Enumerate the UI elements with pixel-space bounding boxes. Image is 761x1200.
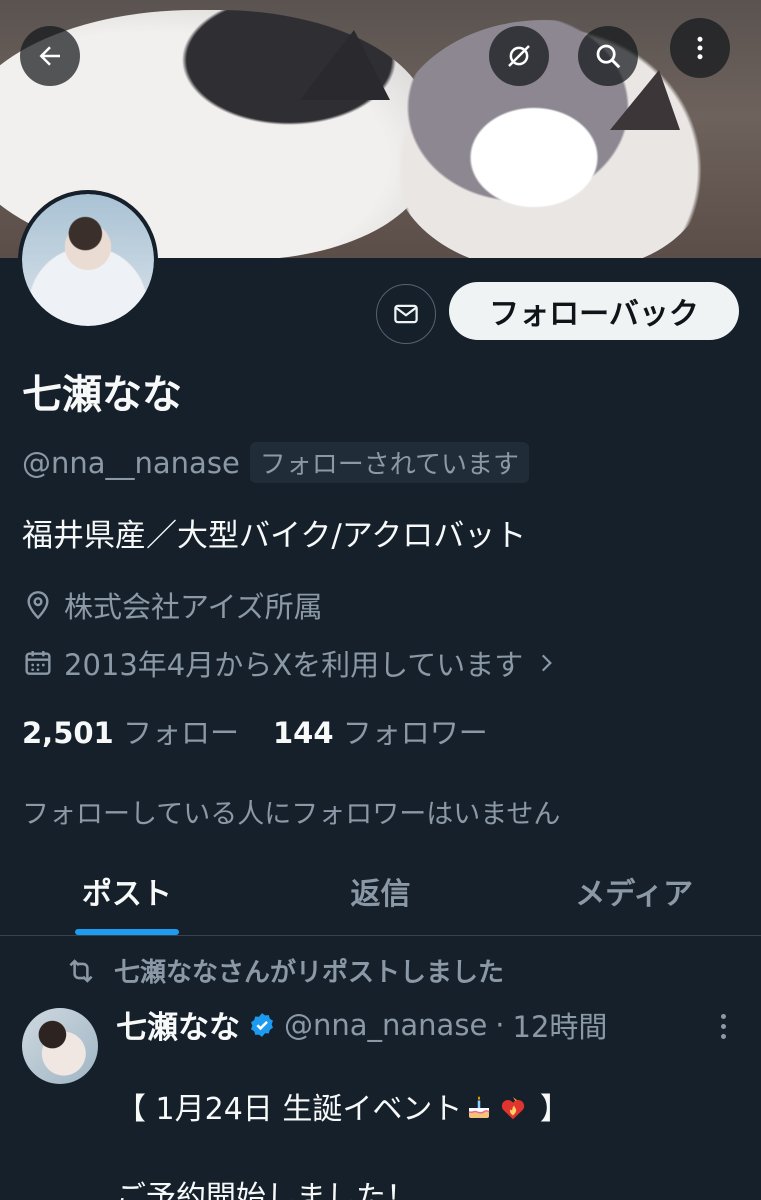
arrow-left-icon [39,46,60,66]
more-vertical-icon [697,36,703,60]
user-handle: @nna__nanase [22,445,240,480]
back-button[interactable] [20,26,80,86]
joined-row[interactable]: 2013年4月からXを利用しています [22,642,559,684]
post-author-avatar[interactable] [22,1008,98,1084]
affiliation-row: 株式会社アイズ所属 [22,584,323,626]
heart-on-fire-icon [502,1096,525,1120]
post-text-line-2: ご予約開始しました！ [116,1180,416,1200]
tab-label: 返信 [350,876,411,912]
grok-button[interactable] [489,26,549,86]
active-tab-indicator [74,929,179,935]
following-label: フォロー [122,716,239,750]
joined-text: 2013年4月からXを利用しています [64,648,524,682]
handle-row: @nna__nanase フォローされています [22,442,530,483]
tab-label: ポスト [81,876,172,912]
following-count-link[interactable]: 2,501 フォロー [22,710,239,752]
repost-indicator[interactable]: 七瀬ななさんがリポストしました [64,952,504,989]
post-header: 七瀬なな @nna_nanase · 12時間 [116,1002,607,1047]
grok-icon [508,45,530,67]
more-options-button[interactable] [670,18,730,78]
banner-cat-right [390,20,710,258]
verified-badge-icon [251,1012,273,1037]
post-timestamp[interactable]: 12時間 [513,1004,608,1046]
location-pin-icon [27,591,49,620]
repost-icon [69,958,93,983]
post-separator: · [495,1007,505,1042]
profile-avatar[interactable] [18,190,158,330]
profile-tabs: ポスト 返信 メディア [0,846,761,936]
display-name: 七瀬なな [22,372,182,418]
search-icon [596,44,621,69]
calendar-icon [25,651,51,675]
tab-posts[interactable]: ポスト [0,846,254,935]
envelope-icon [394,304,418,324]
following-count: 2,501 [22,716,114,750]
follows-you-badge: フォローされています [249,442,530,483]
followers-count-link[interactable]: 144 フォロワー [273,710,488,752]
tab-media[interactable]: メディア [507,846,761,935]
follow-back-button[interactable]: フォローバック [449,282,739,340]
profile-bio: 福井県産／大型バイク/アクロバット [22,518,527,554]
post-text-line-1: 【 1月24日 生誕イベント [116,1092,463,1127]
affiliation-text: 株式会社アイズ所属 [64,590,323,624]
post-author-name[interactable]: 七瀬なな [116,1002,240,1047]
avatar-image [22,194,154,326]
tab-replies[interactable]: 返信 [254,846,508,935]
search-button[interactable] [578,26,638,86]
repost-label: 七瀬ななさんがリポストしました [114,958,505,988]
post-more-button[interactable] [708,1006,738,1046]
mutual-followers-note: フォローしている人にフォロワーはいません [22,799,561,830]
birthday-cake-icon [468,1096,490,1118]
message-button[interactable] [376,284,436,344]
tab-label: メディア [575,876,694,912]
chevron-right-icon [542,654,553,672]
follow-counts: 2,501 フォロー 144 フォロワー [22,710,488,752]
post-text: 【 1月24日 生誕イベント 】ご予約開始しました！ [116,1044,736,1200]
post-text-close: 】 [530,1092,570,1127]
followers-count: 144 [272,716,334,750]
followers-label: フォロワー [342,716,488,750]
post-author-handle[interactable]: @nna_nanase [284,1008,487,1042]
